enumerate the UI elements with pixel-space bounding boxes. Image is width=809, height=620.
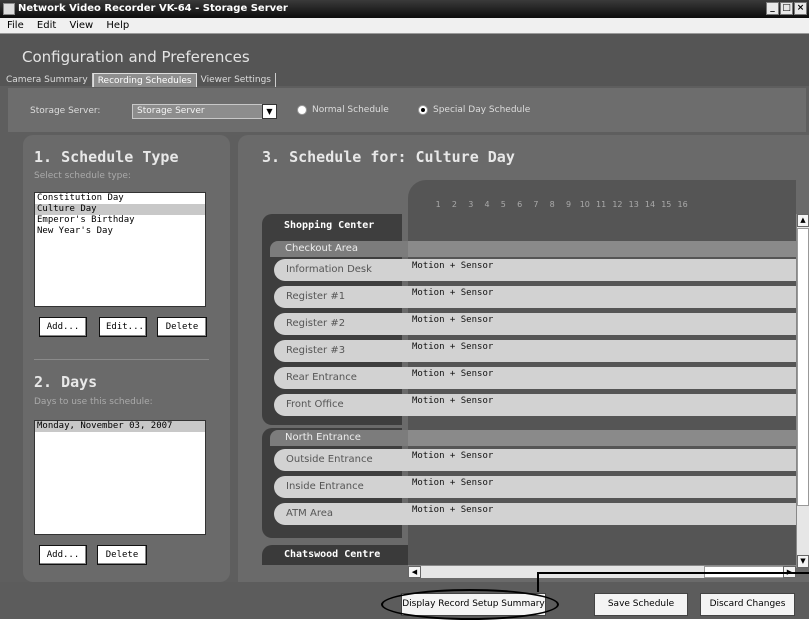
storage-server-value: Storage Server xyxy=(137,106,205,116)
scroll-thumb[interactable] xyxy=(797,228,809,506)
camera-row-label[interactable]: ATM Area xyxy=(274,503,408,525)
app-icon xyxy=(3,3,15,15)
special-day-schedule-radio[interactable]: Special Day Schedule xyxy=(418,105,530,115)
schedule-bar[interactable]: Motion + Sensor xyxy=(408,394,796,416)
hour-label: 16 xyxy=(677,200,688,209)
normal-schedule-radio[interactable]: Normal Schedule xyxy=(297,105,389,115)
hour-label: 12 xyxy=(612,200,623,209)
list-item[interactable]: Culture Day xyxy=(35,204,205,215)
camera-row-label[interactable]: Inside Entrance xyxy=(274,476,408,498)
group-name: Shopping Center xyxy=(284,220,375,231)
delete-day-button[interactable]: Delete xyxy=(97,545,147,565)
days-subtitle: Days to use this schedule: xyxy=(34,397,153,407)
close-button[interactable]: × xyxy=(794,2,807,15)
storage-server-label: Storage Server: xyxy=(30,106,101,116)
scroll-up-icon[interactable]: ▲ xyxy=(797,214,809,227)
subgroup-band xyxy=(408,430,796,446)
page-title: Configuration and Preferences xyxy=(22,48,250,66)
tab-camera-summary[interactable]: Camera Summary xyxy=(2,73,93,87)
special-day-schedule-label: Special Day Schedule xyxy=(433,105,531,115)
schedule-bar[interactable]: Motion + Sensor xyxy=(408,286,796,308)
discard-changes-button[interactable]: Discard Changes xyxy=(700,593,795,616)
schedule-type-subtitle: Select schedule type: xyxy=(34,171,131,181)
camera-row-label[interactable]: Register #3 xyxy=(274,340,408,362)
chevron-down-icon[interactable]: ▼ xyxy=(262,104,277,119)
schedule-bar[interactable]: Motion + Sensor xyxy=(408,367,796,389)
tab-recording-schedules[interactable]: Recording Schedules xyxy=(92,73,197,87)
delete-schedule-type-button[interactable]: Delete xyxy=(157,317,207,337)
hour-label: 13 xyxy=(628,200,639,209)
hour-label: 10 xyxy=(579,200,590,209)
application-window: Network Video Recorder VK-64 - Storage S… xyxy=(0,0,809,620)
callout-line xyxy=(537,572,539,592)
window-title: Network Video Recorder VK-64 - Storage S… xyxy=(18,3,288,14)
storage-server-select[interactable]: Storage Server ▼ xyxy=(132,104,277,119)
hour-label: 5 xyxy=(500,200,506,209)
days-title: 2. Days xyxy=(34,373,98,391)
callout-line xyxy=(537,572,809,574)
subgroup-header: Checkout Area xyxy=(270,241,408,257)
storage-toolbar xyxy=(8,88,806,132)
camera-row-label[interactable]: Rear Entrance xyxy=(274,367,408,389)
hour-label: 15 xyxy=(661,200,672,209)
subgroup-header: North Entrance xyxy=(270,430,408,446)
tab-bar: Camera Summary Recording Schedules Viewe… xyxy=(2,73,276,87)
normal-schedule-label: Normal Schedule xyxy=(312,105,389,115)
days-list[interactable]: Monday, November 03, 2007 xyxy=(34,420,206,535)
hour-label: 7 xyxy=(533,200,539,209)
schedule-bar[interactable]: Motion + Sensor xyxy=(408,503,796,525)
left-panel: 1. Schedule Type Select schedule type: C… xyxy=(23,135,230,582)
tab-viewer-settings[interactable]: Viewer Settings xyxy=(197,73,276,87)
window-controls: _ □ × xyxy=(766,2,807,15)
hour-label: 2 xyxy=(451,200,457,209)
save-schedule-button[interactable]: Save Schedule xyxy=(594,593,688,616)
maximize-button[interactable]: □ xyxy=(780,2,793,15)
schedule-bar[interactable]: Motion + Sensor xyxy=(408,476,796,498)
schedule-bar[interactable]: Motion + Sensor xyxy=(408,259,796,281)
add-schedule-type-button[interactable]: Add... xyxy=(39,317,87,337)
section-divider xyxy=(34,359,209,360)
list-item[interactable]: New Year's Day xyxy=(35,226,205,237)
schedule-title: 3. Schedule for: Culture Day xyxy=(262,148,515,166)
scroll-down-icon[interactable]: ▼ xyxy=(797,555,809,568)
list-item[interactable]: Emperor's Birthday xyxy=(35,215,205,226)
camera-row-label[interactable]: Outside Entrance xyxy=(274,449,408,471)
camera-row-label[interactable]: Information Desk xyxy=(274,259,408,281)
radio-circle-icon xyxy=(297,105,307,115)
subgroup-band xyxy=(408,241,796,257)
add-day-button[interactable]: Add... xyxy=(39,545,87,565)
camera-row-label[interactable]: Front Office xyxy=(274,394,408,416)
hour-label: 3 xyxy=(468,200,474,209)
list-item[interactable]: Monday, November 03, 2007 xyxy=(35,421,205,432)
edit-schedule-type-button[interactable]: Edit... xyxy=(99,317,147,337)
menu-file[interactable]: File xyxy=(2,20,29,31)
list-item[interactable]: Constitution Day xyxy=(35,193,205,204)
callout-oval xyxy=(381,589,559,620)
hour-label: 4 xyxy=(484,200,490,209)
menu-edit[interactable]: Edit xyxy=(32,20,61,31)
menu-view[interactable]: View xyxy=(64,20,98,31)
title-bar: Network Video Recorder VK-64 - Storage S… xyxy=(0,0,809,18)
radio-selected-icon xyxy=(418,105,428,115)
menu-bar: File Edit View Help xyxy=(0,18,809,34)
hour-ticks: 1 2 3 4 5 6 7 8 9 10 11 12 13 14 15 16 xyxy=(430,200,691,209)
hour-label: 9 xyxy=(565,200,572,209)
schedule-bar[interactable]: Motion + Sensor xyxy=(408,340,796,362)
hour-label: 11 xyxy=(596,200,607,209)
hour-label: 1 xyxy=(435,200,441,209)
schedule-type-list[interactable]: Constitution Day Culture Day Emperor's B… xyxy=(34,192,206,307)
schedule-bar[interactable]: Motion + Sensor xyxy=(408,313,796,335)
schedule-bar[interactable]: Motion + Sensor xyxy=(408,449,796,471)
minimize-button[interactable]: _ xyxy=(766,2,779,15)
hour-label: 6 xyxy=(517,200,523,209)
group-chatswood-centre[interactable]: Chatswood Centre xyxy=(262,545,408,565)
scroll-left-icon[interactable]: ◀ xyxy=(408,566,421,578)
hour-label: 14 xyxy=(644,200,656,209)
schedule-type-title: 1. Schedule Type xyxy=(34,148,179,166)
vertical-scrollbar[interactable]: ▲ ▼ xyxy=(796,214,809,568)
hour-label: 8 xyxy=(549,200,555,209)
camera-row-label[interactable]: Register #2 xyxy=(274,313,408,335)
menu-help[interactable]: Help xyxy=(101,20,134,31)
camera-row-label[interactable]: Register #1 xyxy=(274,286,408,308)
